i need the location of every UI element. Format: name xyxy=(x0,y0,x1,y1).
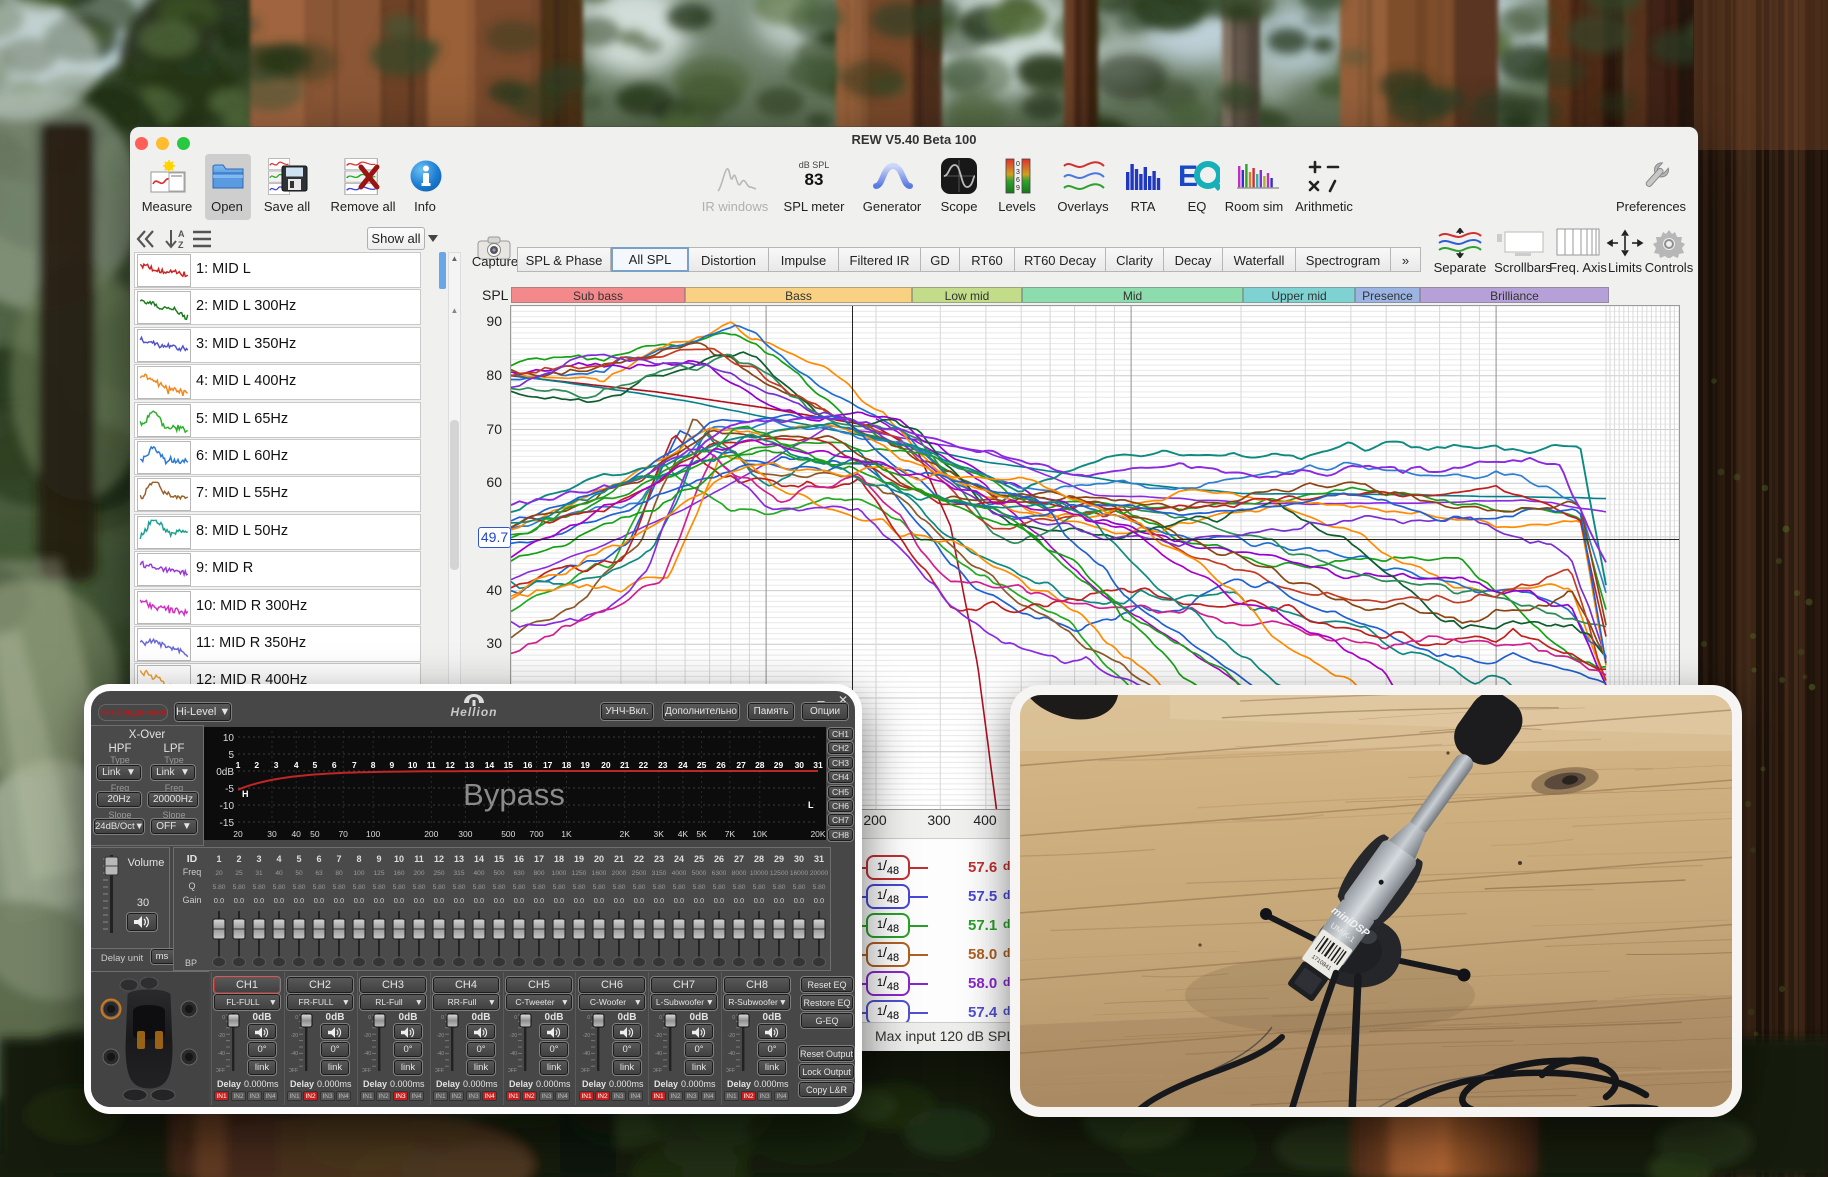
svg-text:11: 11 xyxy=(427,760,436,770)
svg-text:6: 6 xyxy=(1016,177,1020,184)
svg-text:100: 100 xyxy=(366,829,380,839)
svg-text:OFF: OFF xyxy=(362,1068,371,1074)
svg-text:H: H xyxy=(242,789,249,799)
svg-text:0: 0 xyxy=(587,1015,590,1021)
svg-text:0: 0 xyxy=(1016,161,1020,168)
svg-text:-10: -10 xyxy=(220,801,235,812)
svg-text:1K: 1K xyxy=(561,829,572,839)
svg-text:20: 20 xyxy=(601,760,611,770)
svg-text:Z: Z xyxy=(178,240,184,250)
svg-text:16: 16 xyxy=(523,760,533,770)
svg-text:29: 29 xyxy=(774,760,784,770)
svg-text:OFF: OFF xyxy=(581,1068,590,1074)
svg-text:17: 17 xyxy=(543,760,553,770)
svg-text:L: L xyxy=(808,800,814,810)
svg-text:300: 300 xyxy=(458,829,472,839)
svg-text:10: 10 xyxy=(408,760,418,770)
svg-text:700: 700 xyxy=(529,829,543,839)
svg-text:0: 0 xyxy=(222,1015,225,1021)
svg-text:40: 40 xyxy=(291,829,301,839)
svg-text:A: A xyxy=(178,229,185,239)
svg-text:2: 2 xyxy=(254,760,259,770)
svg-text:4: 4 xyxy=(294,760,299,770)
svg-text:OFF: OFF xyxy=(508,1068,517,1074)
svg-text:OFF: OFF xyxy=(289,1068,298,1074)
svg-text:500: 500 xyxy=(501,829,515,839)
svg-text:3K: 3K xyxy=(653,829,664,839)
svg-text:28: 28 xyxy=(755,760,765,770)
svg-text:6: 6 xyxy=(332,760,337,770)
svg-text:15: 15 xyxy=(504,760,514,770)
svg-text:OFF: OFF xyxy=(435,1068,444,1074)
svg-text:5: 5 xyxy=(228,750,234,761)
svg-text:0: 0 xyxy=(514,1015,517,1021)
svg-text:30: 30 xyxy=(267,829,277,839)
svg-text:30: 30 xyxy=(795,760,805,770)
svg-text:-40: -40 xyxy=(291,1051,298,1057)
svg-text:-40: -40 xyxy=(655,1051,662,1057)
svg-text:5: 5 xyxy=(313,760,318,770)
svg-text:8: 8 xyxy=(371,760,376,770)
svg-text:-20: -20 xyxy=(583,1033,590,1039)
svg-text:3: 3 xyxy=(1016,169,1020,176)
svg-text:14: 14 xyxy=(485,760,495,770)
svg-text:50: 50 xyxy=(310,829,320,839)
svg-text:OFF: OFF xyxy=(726,1068,735,1074)
svg-text:20K: 20K xyxy=(810,829,825,839)
svg-text:18: 18 xyxy=(562,760,572,770)
svg-text:25: 25 xyxy=(697,760,707,770)
svg-text:-40: -40 xyxy=(218,1051,225,1057)
svg-text:24: 24 xyxy=(678,760,688,770)
svg-text:OFF: OFF xyxy=(216,1068,225,1074)
svg-text:22: 22 xyxy=(639,760,649,770)
svg-text:200: 200 xyxy=(424,829,438,839)
svg-text:3: 3 xyxy=(274,760,279,770)
svg-text:0: 0 xyxy=(441,1015,444,1021)
svg-text:70: 70 xyxy=(338,829,348,839)
svg-text:-40: -40 xyxy=(437,1051,444,1057)
svg-text:-20: -20 xyxy=(218,1033,225,1039)
svg-text:-5: -5 xyxy=(225,784,234,795)
svg-text:OFF: OFF xyxy=(653,1068,662,1074)
svg-text:-40: -40 xyxy=(583,1051,590,1057)
svg-text:0: 0 xyxy=(295,1015,298,1021)
svg-text:0: 0 xyxy=(659,1015,662,1021)
svg-text:-40: -40 xyxy=(510,1051,517,1057)
svg-text:20: 20 xyxy=(233,829,243,839)
svg-text:23: 23 xyxy=(658,760,668,770)
svg-text:12: 12 xyxy=(445,760,455,770)
svg-text:0dB: 0dB xyxy=(216,767,234,778)
svg-text:Bypass: Bypass xyxy=(463,777,565,812)
svg-text:-20: -20 xyxy=(437,1033,444,1039)
svg-text:10K: 10K xyxy=(752,829,767,839)
svg-text:-20: -20 xyxy=(291,1033,298,1039)
svg-text:9: 9 xyxy=(390,760,395,770)
svg-text:-20: -20 xyxy=(364,1033,371,1039)
svg-text:19: 19 xyxy=(580,760,590,770)
svg-text:0: 0 xyxy=(368,1015,371,1021)
svg-text:26: 26 xyxy=(716,760,726,770)
svg-text:-15: -15 xyxy=(220,818,235,829)
svg-text:-20: -20 xyxy=(655,1033,662,1039)
svg-text:1: 1 xyxy=(236,760,241,770)
svg-text:-40: -40 xyxy=(728,1051,735,1057)
svg-text:4K: 4K xyxy=(678,829,689,839)
svg-text:13: 13 xyxy=(465,760,475,770)
svg-text:10: 10 xyxy=(223,733,235,744)
svg-text:0: 0 xyxy=(732,1015,735,1021)
svg-text:-20: -20 xyxy=(510,1033,517,1039)
svg-text:27: 27 xyxy=(736,760,746,770)
svg-text:-40: -40 xyxy=(364,1051,371,1057)
svg-text:2K: 2K xyxy=(619,829,630,839)
svg-text:5K: 5K xyxy=(696,829,707,839)
svg-text:31: 31 xyxy=(813,760,823,770)
svg-text:7K: 7K xyxy=(725,829,736,839)
svg-text:9: 9 xyxy=(1016,185,1020,192)
svg-text:7: 7 xyxy=(352,760,357,770)
svg-text:-20: -20 xyxy=(728,1033,735,1039)
svg-text:21: 21 xyxy=(620,760,630,770)
